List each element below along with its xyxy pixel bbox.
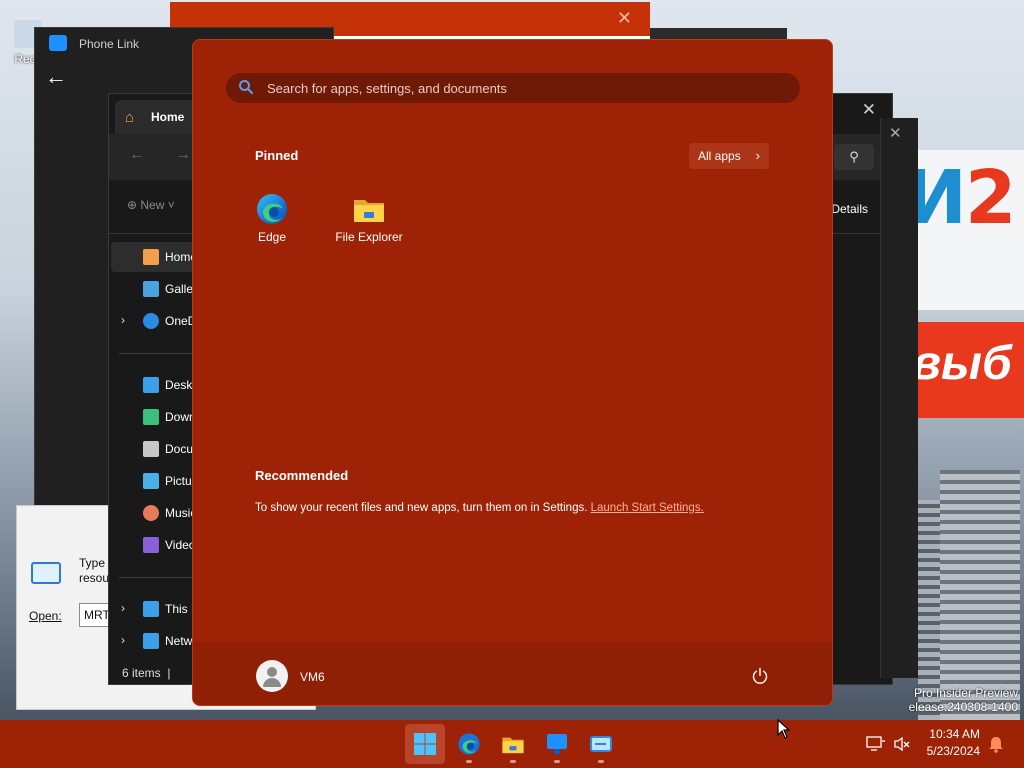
this-pc-icon: [143, 601, 159, 617]
onedrive-icon: [143, 313, 159, 329]
edge-icon: [458, 733, 480, 755]
sidebar-item-music[interactable]: Music: [111, 498, 201, 528]
details-button[interactable]: Details: [831, 202, 868, 216]
open-label: Open:: [29, 609, 62, 623]
music-icon: [143, 505, 159, 521]
network-icon: [143, 633, 159, 649]
search-placeholder: Search for apps, settings, and documents: [267, 81, 507, 96]
running-indicator: [554, 760, 560, 763]
background-window-edge: ✕: [880, 118, 918, 678]
power-icon[interactable]: [750, 666, 770, 686]
notification-bell-icon[interactable]: [987, 735, 1005, 753]
phone-link-logo-icon: [49, 35, 67, 51]
gallery-icon: [143, 281, 159, 297]
run-icon: [31, 562, 61, 584]
folder-icon: [502, 737, 524, 754]
desktop-icon: [143, 377, 159, 393]
downloads-icon: [143, 409, 159, 425]
launch-start-settings-link[interactable]: Launch Start Settings.: [591, 502, 704, 514]
sidebar-item-desktop[interactable]: Desktop: [111, 370, 201, 400]
avatar[interactable]: [256, 660, 288, 692]
clock-date[interactable]: 5/23/2024: [922, 744, 980, 758]
tab-label: Home: [151, 110, 185, 124]
phone-link-title: Phone Link: [79, 37, 140, 51]
clock-time[interactable]: 10:34 AM: [928, 727, 980, 741]
chevron-right-icon[interactable]: ›: [121, 633, 125, 647]
pinned-app-label: File Explorer: [335, 230, 403, 244]
start-button[interactable]: [405, 724, 445, 764]
pictures-icon: [143, 473, 159, 489]
taskbar-file-explorer-button[interactable]: [493, 724, 533, 764]
search-icon[interactable]: ⚲: [834, 144, 874, 170]
sidebar-divider: [119, 353, 201, 354]
sidebar-item-gallery[interactable]: Gallery: [111, 274, 201, 304]
sidebar-item-network[interactable]: › Network: [111, 626, 201, 656]
running-indicator: [598, 760, 604, 763]
start-menu: Search for apps, settings, and documents…: [192, 39, 833, 706]
building-image: [940, 470, 1020, 720]
mouse-cursor-icon: [777, 719, 791, 739]
volume-muted-icon[interactable]: [893, 735, 911, 753]
running-indicator: [466, 760, 472, 763]
windows-icon: [414, 733, 436, 755]
run-description: Type resou: [79, 556, 110, 585]
videos-icon: [143, 537, 159, 553]
home-icon: ⌂: [125, 109, 135, 126]
close-icon[interactable]: ✕: [889, 124, 902, 142]
running-indicator: [510, 760, 516, 763]
taskbar-run-button[interactable]: [581, 724, 621, 764]
run-icon: [590, 736, 612, 752]
sidebar-item-this-pc[interactable]: › This PC: [111, 594, 201, 624]
taskbar-edge-button[interactable]: [449, 724, 489, 764]
user-icon-head: [267, 667, 277, 677]
back-arrow-icon[interactable]: ←: [129, 146, 145, 164]
search-icon: [239, 80, 253, 94]
recommended-message: To show your recent files and new apps, …: [255, 502, 704, 514]
status-bar: 6 items |: [122, 666, 171, 680]
phone-link-icon: [547, 734, 567, 754]
pinned-app-label: Edge: [257, 230, 287, 244]
search-input[interactable]: Search for apps, settings, and documents: [226, 73, 800, 103]
edge-icon: [257, 194, 287, 224]
network-icon[interactable]: [866, 735, 886, 753]
recommended-heading: Recommended: [255, 468, 349, 483]
sidebar-item-pictures[interactable]: Pictures: [111, 466, 201, 496]
back-arrow-icon[interactable]: ←: [45, 64, 67, 90]
sidebar-item-onedrive[interactable]: › OneDrive: [111, 306, 201, 336]
pinned-app-file-explorer[interactable]: File Explorer: [321, 190, 417, 250]
chevron-right-icon[interactable]: ›: [121, 601, 125, 615]
user-name[interactable]: VM6: [300, 670, 325, 684]
pinned-heading: Pinned: [255, 148, 299, 163]
chevron-right-icon[interactable]: ›: [121, 313, 125, 327]
close-icon[interactable]: ✕: [862, 100, 876, 120]
taskbar-phone-link-button[interactable]: [537, 724, 577, 764]
pinned-app-edge[interactable]: Edge: [224, 190, 320, 250]
home-icon: [143, 249, 159, 265]
billboard-text: И2: [905, 155, 1016, 241]
chevron-right-icon: ›: [755, 148, 760, 163]
close-icon[interactable]: ✕: [617, 8, 632, 29]
build-watermark-line1: Pro Insider Preview: [913, 686, 1018, 700]
sidebar-item-home[interactable]: Home: [111, 242, 201, 272]
file-explorer-icon: [354, 200, 384, 222]
new-button[interactable]: ⊕ New ˅: [127, 198, 175, 212]
documents-icon: [143, 441, 159, 457]
sidebar-item-downloads[interactable]: Downloads: [111, 402, 201, 432]
billboard-red-text: выб: [912, 337, 1012, 390]
sidebar-item-videos[interactable]: Videos: [111, 530, 201, 560]
forward-arrow-icon[interactable]: →: [175, 146, 191, 164]
start-menu-footer: VM6: [193, 642, 832, 705]
all-apps-button[interactable]: All apps ›: [689, 143, 769, 169]
build-watermark-line2: elease.240308-1400: [908, 700, 1018, 714]
user-icon-body: [263, 678, 281, 687]
sidebar-divider: [119, 577, 201, 578]
sidebar-item-documents[interactable]: Documents: [111, 434, 201, 464]
